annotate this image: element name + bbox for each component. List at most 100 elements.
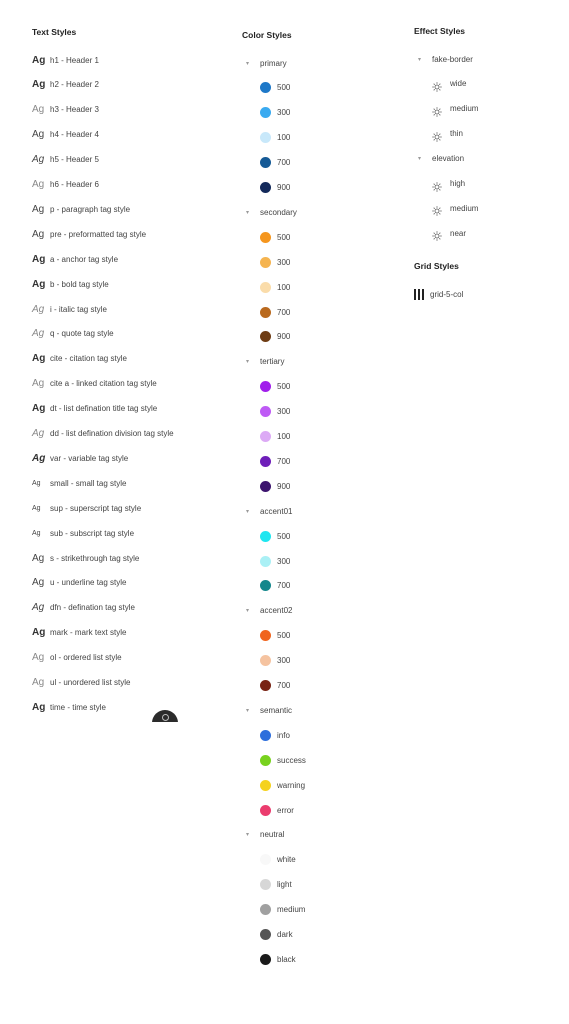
effect-styles-title: Effect Styles	[414, 26, 466, 36]
color-group-semantic[interactable]: ▾ semantic	[246, 703, 292, 717]
text-style-item[interactable]: Ag h6 - Header 6	[32, 178, 99, 192]
text-style-item[interactable]: Ag h1 - Header 1	[32, 53, 99, 67]
text-style-preview: Ag	[32, 677, 45, 688]
color-group-primary[interactable]: ▾ primary	[246, 56, 287, 70]
text-style-item[interactable]: Ag b - bold tag style	[32, 277, 109, 291]
text-style-item[interactable]: Ag mark - mark text style	[32, 626, 126, 640]
text-style-item[interactable]: Ag ol - ordered list style	[32, 651, 122, 665]
text-style-item[interactable]: Ag a - anchor tag style	[32, 252, 118, 266]
effect-group-elevation[interactable]: ▾ elevation	[418, 152, 464, 166]
grid-style-item[interactable]: grid-5-col	[414, 287, 463, 301]
color-swatch-item[interactable]: 300	[260, 255, 290, 269]
color-swatch-item[interactable]: 900	[260, 479, 290, 493]
color-swatch-item[interactable]: medium	[260, 903, 305, 917]
text-style-preview: Ag	[32, 353, 46, 365]
caret-down-icon[interactable]: ▾	[418, 56, 432, 63]
text-style-preview: Ag	[32, 104, 45, 116]
color-group-accent01[interactable]: ▾ accent01	[246, 504, 292, 518]
color-swatch-item[interactable]: 300	[260, 654, 290, 668]
text-style-item[interactable]: Ag dfn - defination tag style	[32, 601, 135, 615]
text-style-label: pre - preformatted tag style	[50, 229, 147, 239]
color-swatch-item[interactable]: 100	[260, 430, 290, 444]
effect-style-item[interactable]: near	[432, 226, 466, 241]
caret-down-icon[interactable]: ▾	[246, 209, 260, 216]
color-swatch-item[interactable]: success	[260, 753, 306, 767]
caret-down-icon[interactable]: ▾	[246, 607, 260, 614]
color-swatch	[260, 953, 271, 965]
text-style-item[interactable]: Ag p - paragraph tag style	[32, 202, 130, 216]
text-style-item[interactable]: Ag cite a - linked citation tag style	[32, 377, 157, 391]
color-swatch-item[interactable]: 100	[260, 280, 290, 294]
caret-down-icon[interactable]: ▾	[246, 358, 260, 365]
text-style-item[interactable]: Ag h2 - Header 2	[32, 78, 99, 92]
color-swatch-item[interactable]: 700	[260, 454, 290, 468]
text-style-item[interactable]: Ag dd - list defination division tag styl…	[32, 427, 174, 441]
text-style-item[interactable]: Ag cite - citation tag style	[32, 352, 127, 366]
text-style-item[interactable]: Ag ul - unordered list style	[32, 676, 130, 690]
color-swatch-item[interactable]: 500	[260, 629, 290, 643]
color-group-tertiary[interactable]: ▾ tertiary	[246, 355, 284, 369]
color-swatch	[260, 132, 271, 144]
color-group-neutral[interactable]: ▾ neutral	[246, 828, 284, 842]
text-style-preview: Ag	[32, 577, 45, 589]
color-swatch-label: 100	[277, 133, 291, 143]
effect-group-fake-border[interactable]: ▾ fake-border	[418, 52, 473, 66]
color-swatch-item[interactable]: 100	[260, 131, 290, 145]
text-style-preview: Ag	[32, 179, 45, 190]
text-style-item[interactable]: Ag small - small tag style	[32, 476, 126, 490]
text-style-preview: Ag	[32, 228, 45, 240]
text-style-item[interactable]: Ag time - time style	[32, 700, 106, 714]
text-style-item[interactable]: Ag q - quote tag style	[32, 327, 114, 341]
text-style-item[interactable]: Ag h5 - Header 5	[32, 153, 99, 167]
color-swatch-item[interactable]: 700	[260, 156, 290, 170]
color-swatch-item[interactable]: warning	[260, 778, 305, 792]
color-swatch-item[interactable]: light	[260, 878, 292, 892]
text-style-item[interactable]: Ag u - underline tag style	[32, 576, 127, 590]
color-swatch-item[interactable]: 300	[260, 106, 290, 120]
color-swatch-item[interactable]: white	[260, 853, 296, 867]
color-swatch-item[interactable]: dark	[260, 928, 293, 942]
color-swatch-item[interactable]: 500	[260, 529, 290, 543]
color-swatch-item[interactable]: info	[260, 728, 290, 742]
effect-style-item[interactable]: high	[432, 177, 465, 192]
color-swatch-item[interactable]: 300	[260, 405, 290, 419]
text-style-item[interactable]: Ag dt - list defination title tag style	[32, 402, 157, 416]
color-swatch-item[interactable]: 700	[260, 305, 290, 319]
color-swatch-label: 100	[277, 282, 291, 292]
color-swatch	[260, 879, 271, 891]
text-style-item[interactable]: Ag var - variable tag style	[32, 451, 128, 465]
color-swatch-item[interactable]: 500	[260, 81, 290, 95]
text-style-preview: Ag	[32, 652, 45, 664]
caret-down-icon[interactable]: ▾	[418, 155, 432, 162]
effect-style-item[interactable]: medium	[432, 102, 478, 117]
text-style-item[interactable]: Ag s - strikethrough tag style	[32, 551, 139, 565]
text-style-item[interactable]: Ag pre - preformatted tag style	[32, 227, 146, 241]
caret-down-icon[interactable]: ▾	[246, 508, 260, 515]
caret-down-icon[interactable]: ▾	[246, 60, 260, 67]
color-swatch-item[interactable]: 900	[260, 181, 290, 195]
color-group-secondary[interactable]: ▾ secondary	[246, 205, 297, 219]
caret-down-icon[interactable]: ▾	[246, 831, 260, 838]
color-swatch-item[interactable]: 500	[260, 230, 290, 244]
color-swatch-item[interactable]: 900	[260, 330, 290, 344]
color-swatch-item[interactable]: error	[260, 803, 294, 817]
caret-down-icon[interactable]: ▾	[246, 707, 260, 714]
color-swatch-item[interactable]: 500	[260, 380, 290, 394]
effect-style-item[interactable]: wide	[432, 77, 466, 92]
color-swatch-item[interactable]: 700	[260, 679, 290, 693]
color-swatch-item[interactable]: 700	[260, 579, 290, 593]
text-style-label: var - variable tag style	[50, 453, 129, 463]
color-swatch-label: white	[277, 855, 296, 865]
text-style-item[interactable]: Ag i - italic tag style	[32, 302, 107, 316]
floating-action-button[interactable]	[152, 710, 178, 722]
effect-style-item[interactable]: thin	[432, 127, 463, 142]
text-style-item[interactable]: Ag sub - subscript tag style	[32, 526, 134, 540]
color-swatch-item[interactable]: black	[260, 952, 296, 966]
color-group-label: primary	[260, 58, 287, 68]
effect-style-item[interactable]: medium	[432, 201, 478, 217]
text-style-item[interactable]: Ag h4 - Header 4	[32, 128, 99, 142]
color-swatch-item[interactable]: 300	[260, 554, 290, 568]
color-group-accent02[interactable]: ▾ accent02	[246, 604, 292, 618]
text-style-item[interactable]: Ag h3 - Header 3	[32, 103, 99, 117]
text-style-item[interactable]: Ag sup - superscript tag style	[32, 501, 141, 515]
